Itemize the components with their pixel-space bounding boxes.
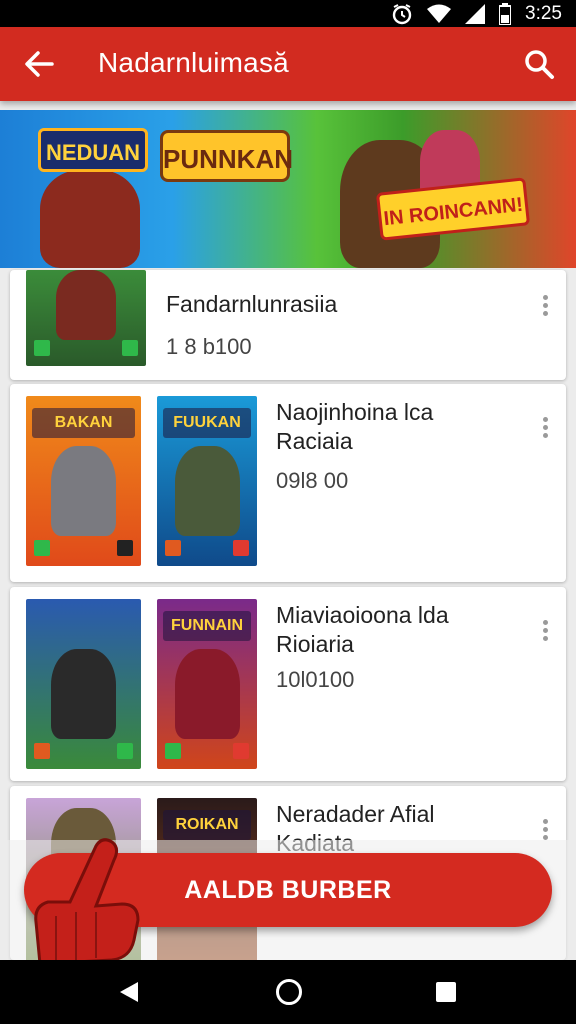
product-thumbnail: FUNNAIN	[157, 599, 257, 769]
status-icons: 3:25	[391, 3, 562, 25]
thumbnail-hero	[56, 270, 116, 340]
pointing-hand-icon	[34, 838, 140, 966]
arrow-left-icon	[25, 51, 54, 77]
card-title: Fandarnlunrasiia	[166, 291, 338, 317]
page-title: Nadarnluimasă	[98, 47, 289, 78]
thumbnail-logo: BAKAN	[32, 408, 135, 438]
app-bar: Nadarnluimasă	[0, 27, 576, 101]
product-thumbnail	[26, 599, 141, 769]
wifi-icon	[427, 4, 452, 23]
thumbnail-hero	[51, 446, 116, 536]
status-bar: 3:25	[0, 0, 576, 27]
back-triangle-icon[interactable]	[118, 980, 140, 1004]
search-icon	[525, 50, 554, 79]
rating-badge-icon	[34, 340, 50, 356]
more-options-button[interactable]	[540, 292, 550, 320]
rating-badge-icon	[165, 540, 181, 556]
banner-logo-left: NEDUAN	[38, 128, 148, 172]
card-price: 10l0100	[276, 667, 355, 692]
age-badge-icon	[117, 540, 133, 556]
home-circle-icon[interactable]	[276, 979, 302, 1005]
product-card[interactable]: FUNNAIN Miaviaoioona lda Rioiaria 10l010…	[10, 587, 566, 781]
card-title: Miaviaoioona lda Rioiaria	[276, 602, 449, 657]
product-thumbnail	[26, 270, 146, 366]
more-options-button[interactable]	[540, 414, 550, 442]
search-button[interactable]	[522, 47, 556, 81]
thumbnail-logo: ROIKAN	[163, 810, 251, 840]
thumbnail-logo: FUNNAIN	[163, 611, 251, 641]
age-badge-icon	[122, 340, 138, 356]
system-nav-bar	[0, 960, 576, 1024]
age-badge-icon	[233, 743, 249, 759]
age-badge-icon	[117, 743, 133, 759]
battery-icon	[499, 3, 512, 25]
card-price: 1 8 b100	[166, 334, 252, 359]
rating-badge-icon	[165, 743, 181, 759]
product-card[interactable]: BAKAN FUUKAN Naojinhoina lca Raciaia 09l…	[10, 384, 566, 582]
banner-hero-left	[40, 170, 140, 268]
more-options-button[interactable]	[540, 617, 550, 645]
status-time: 3:25	[525, 3, 562, 24]
signal-icon	[465, 4, 486, 24]
product-thumbnail: BAKAN	[26, 396, 141, 566]
rating-badge-icon	[34, 743, 50, 759]
thumbnail-hero	[51, 649, 116, 739]
age-badge-icon	[233, 540, 249, 556]
thumbnail-hero	[175, 649, 240, 739]
rating-badge-icon	[34, 540, 50, 556]
product-thumbnail: FUUKAN	[157, 396, 257, 566]
card-title: Naojinhoina lca Raciaia	[276, 399, 434, 454]
product-card[interactable]: Fandarnlunrasiia 1 8 b100	[10, 270, 566, 380]
alarm-icon	[392, 4, 412, 25]
recent-square-icon[interactable]	[436, 982, 456, 1002]
back-button[interactable]	[22, 47, 56, 81]
thumbnail-hero	[175, 446, 240, 536]
banner-logo-center: PUNNKAN	[160, 130, 293, 182]
thumbnail-logo: FUUKAN	[163, 408, 251, 438]
card-price: 09l8 00	[276, 468, 349, 493]
